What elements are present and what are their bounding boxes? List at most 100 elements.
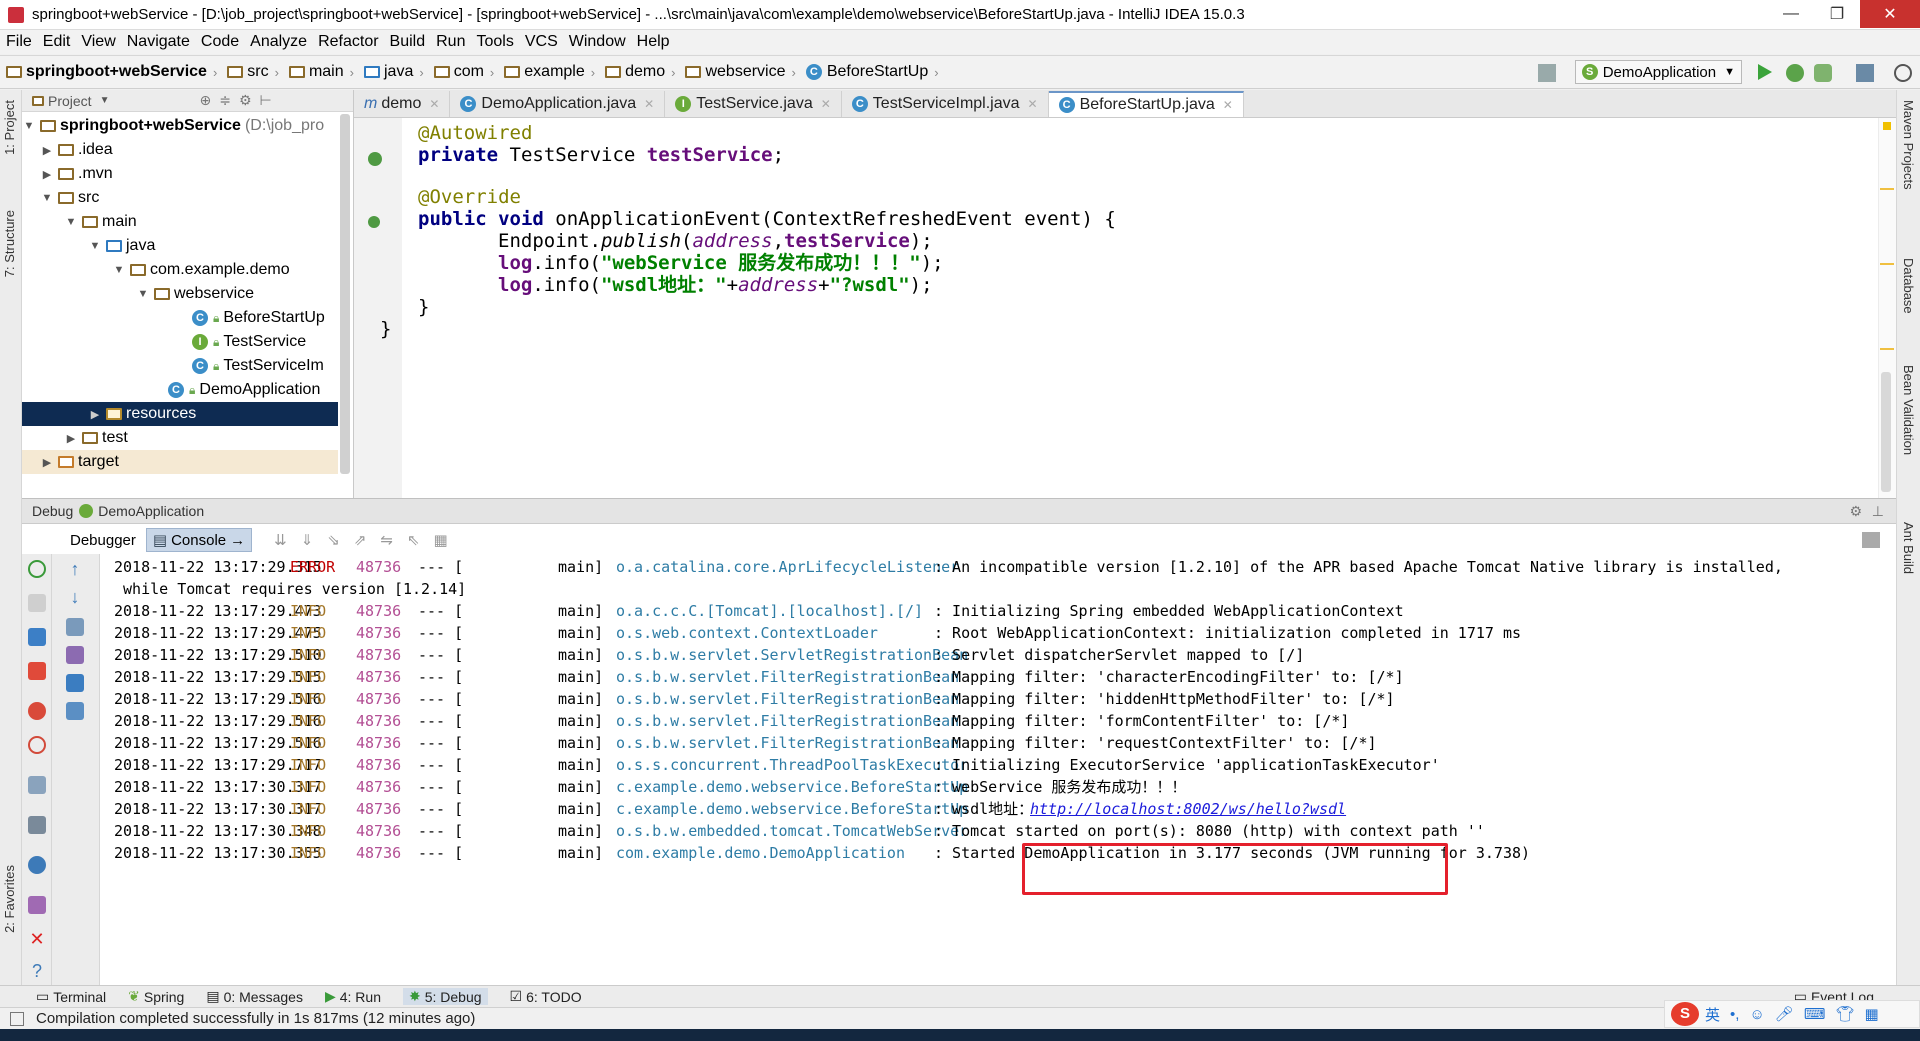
tab-demoapplication[interactable]: C DemoApplication.java ✕: [450, 91, 666, 117]
step-toolbar-icons[interactable]: ⇊⇓⇘⇗⇋⇖▦: [274, 531, 462, 549]
code-area[interactable]: @Autowired private TestService testServi…: [380, 118, 1866, 498]
menu-refactor[interactable]: Refactor: [318, 33, 378, 51]
tab-beforestartup[interactable]: C BeforeStartUp.java ✕: [1048, 91, 1244, 117]
warning-marker[interactable]: [1880, 263, 1894, 265]
menu-navigate[interactable]: Navigate: [127, 33, 190, 51]
tab-favorites[interactable]: 2: Favorites: [2, 865, 17, 933]
tree-item-package-webservice[interactable]: ▼ webservice: [22, 282, 338, 306]
tab-todo[interactable]: ☑ 6: TODO: [510, 988, 582, 1005]
breadcrumb-item[interactable]: webservice ›: [685, 63, 796, 81]
close-icon[interactable]: ✕: [1028, 97, 1038, 111]
tab-structure[interactable]: 7: Structure: [2, 210, 17, 277]
scroll-to-end-icon[interactable]: [66, 646, 84, 664]
gear-icon[interactable]: ⚙: [239, 92, 252, 109]
menu-window[interactable]: Window: [569, 33, 626, 51]
emoji-icon[interactable]: ☺: [1749, 1006, 1764, 1023]
skin-icon[interactable]: 👕︎: [1835, 1005, 1854, 1023]
close-icon[interactable]: ✕: [429, 97, 439, 111]
soft-wrap-icon[interactable]: [66, 618, 84, 636]
menu-code[interactable]: Code: [201, 33, 239, 51]
sogou-icon[interactable]: S: [1671, 1002, 1699, 1026]
tab-messages[interactable]: ▤ 0: Messages: [206, 988, 303, 1005]
close-icon[interactable]: ✕: [644, 97, 654, 111]
run-icon[interactable]: [1758, 64, 1772, 80]
close-icon[interactable]: ✕: [28, 930, 46, 948]
tree-item-mvn[interactable]: ▶ .mvn: [22, 162, 338, 186]
tab-maven-projects[interactable]: Maven Projects: [1901, 100, 1916, 190]
tree-item-main[interactable]: ▼ main: [22, 210, 338, 234]
get-thread-dump-icon[interactable]: [28, 776, 46, 794]
tab-project[interactable]: 1: Project: [2, 100, 17, 155]
breadcrumb-item[interactable]: java ›: [363, 63, 424, 81]
wsdl-link[interactable]: http://localhost:8002/ws/hello?wsdl: [1030, 798, 1346, 820]
warning-marker[interactable]: [1880, 188, 1894, 190]
tab-debug[interactable]: ✸ 5: Debug: [402, 988, 488, 1005]
warning-marker[interactable]: [1880, 348, 1894, 350]
layout-icon[interactable]: [1862, 532, 1880, 548]
mute-breakpoints-icon[interactable]: [28, 736, 46, 754]
tree-item-java[interactable]: ▼ java: [22, 234, 338, 258]
menu-help[interactable]: Help: [637, 33, 670, 51]
tab-testserviceimpl[interactable]: C TestServiceImpl.java ✕: [842, 91, 1049, 117]
stop-icon[interactable]: [28, 662, 46, 680]
tree-item-target[interactable]: ▶ target: [22, 450, 338, 474]
gear-icon[interactable]: ⚙: [1849, 503, 1862, 520]
microphone-icon[interactable]: 🎤︎: [1775, 1005, 1794, 1023]
close-icon[interactable]: ✕: [821, 97, 831, 111]
tab-database[interactable]: Database: [1901, 258, 1916, 314]
breadcrumb-item[interactable]: springboot+webService ›: [6, 63, 217, 81]
keyboard-icon[interactable]: ⌨: [1804, 1005, 1826, 1023]
breadcrumb-item[interactable]: demo ›: [605, 63, 675, 81]
debug-icon[interactable]: [1786, 64, 1804, 82]
breadcrumb-item[interactable]: main ›: [288, 63, 354, 81]
menu-file[interactable]: File: [6, 33, 32, 51]
resume-icon[interactable]: [28, 594, 46, 612]
tree-item-demoapplication[interactable]: C 🔒︎ DemoApplication: [22, 378, 338, 402]
ime-language[interactable]: 英: [1705, 1004, 1720, 1025]
clear-all-icon[interactable]: [66, 702, 84, 720]
close-button[interactable]: ✕: [1860, 0, 1920, 28]
arrow-down-icon[interactable]: ↓: [66, 588, 84, 606]
tab-spring[interactable]: ❦ Spring: [128, 988, 184, 1005]
help-icon[interactable]: ?: [28, 962, 46, 980]
menu-build[interactable]: Build: [390, 33, 426, 51]
breadcrumb-item[interactable]: com ›: [433, 63, 494, 81]
tree-item-test[interactable]: ▶ test: [22, 426, 338, 450]
spring-bean-icon[interactable]: [368, 152, 382, 166]
tab-demo[interactable]: m demo ✕: [354, 91, 451, 117]
settings-icon[interactable]: [28, 856, 46, 874]
punctuation-icon[interactable]: •,: [1730, 1006, 1739, 1023]
print-icon[interactable]: [66, 674, 84, 692]
scrollbar[interactable]: [1881, 372, 1891, 492]
search-icon[interactable]: [1894, 64, 1912, 82]
minimize-button[interactable]: —: [1768, 0, 1814, 28]
tree-item-testservice[interactable]: I 🔒︎ TestService: [22, 330, 338, 354]
tab-terminal[interactable]: ▭ Terminal: [36, 988, 106, 1005]
rerun-icon[interactable]: [28, 560, 46, 578]
error-stripe[interactable]: [1878, 118, 1896, 498]
pause-icon[interactable]: [28, 628, 46, 646]
pin-icon[interactable]: [28, 896, 46, 914]
breadcrumb-item[interactable]: src ›: [227, 63, 279, 81]
tab-testservice[interactable]: I TestService.java ✕: [665, 91, 842, 117]
restore-layout-icon[interactable]: →: [230, 532, 245, 549]
run-configuration-select[interactable]: S DemoApplication ▼: [1574, 60, 1742, 84]
hide-icon[interactable]: ⊢: [260, 92, 272, 109]
build-icon[interactable]: [1538, 64, 1556, 82]
menu-analyze[interactable]: Analyze: [250, 33, 307, 51]
menu-tools[interactable]: Tools: [476, 33, 513, 51]
menu-run[interactable]: Run: [436, 33, 465, 51]
view-breakpoints-icon[interactable]: [28, 702, 46, 720]
scrollbar[interactable]: [340, 114, 350, 474]
tool-windows-icon[interactable]: [10, 1012, 24, 1026]
tree-item-project-root[interactable]: ▼ springboot+webService (D:\job_pro: [22, 114, 338, 138]
tab-ant-build[interactable]: Ant Build: [1901, 522, 1916, 574]
menu-view[interactable]: View: [81, 33, 115, 51]
tab-console[interactable]: ▤ Console →: [145, 528, 253, 552]
restore-layout-icon[interactable]: [28, 816, 46, 834]
tree-item-package-demo[interactable]: ▼ com.example.demo: [22, 258, 338, 282]
project-structure-icon[interactable]: [1856, 64, 1874, 82]
console-output[interactable]: 2018-11-22 13:17:29.315 ERROR 48736 --- [ma…: [100, 554, 1896, 974]
close-icon[interactable]: ✕: [1223, 98, 1233, 112]
tree-item-beforestartup[interactable]: C 🔒︎ BeforeStartUp: [22, 306, 338, 330]
